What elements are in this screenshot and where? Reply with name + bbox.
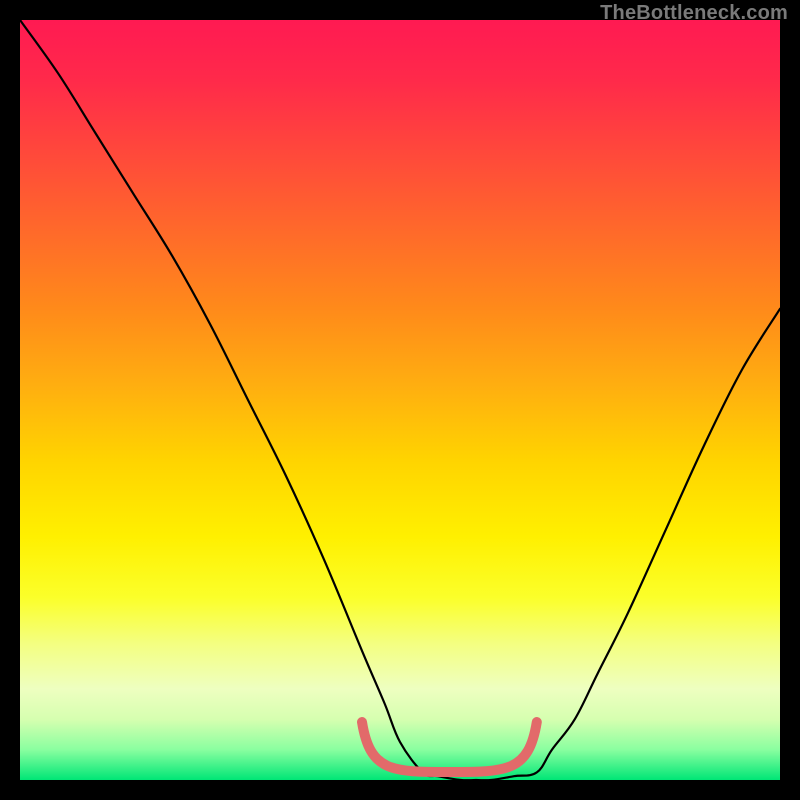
plot-area (20, 20, 780, 780)
bottom-accent (362, 722, 537, 772)
chart-frame: TheBottleneck.com (0, 0, 800, 800)
bottleneck-curve (20, 20, 780, 780)
watermark-text: TheBottleneck.com (600, 2, 788, 25)
chart-svg (20, 20, 780, 780)
